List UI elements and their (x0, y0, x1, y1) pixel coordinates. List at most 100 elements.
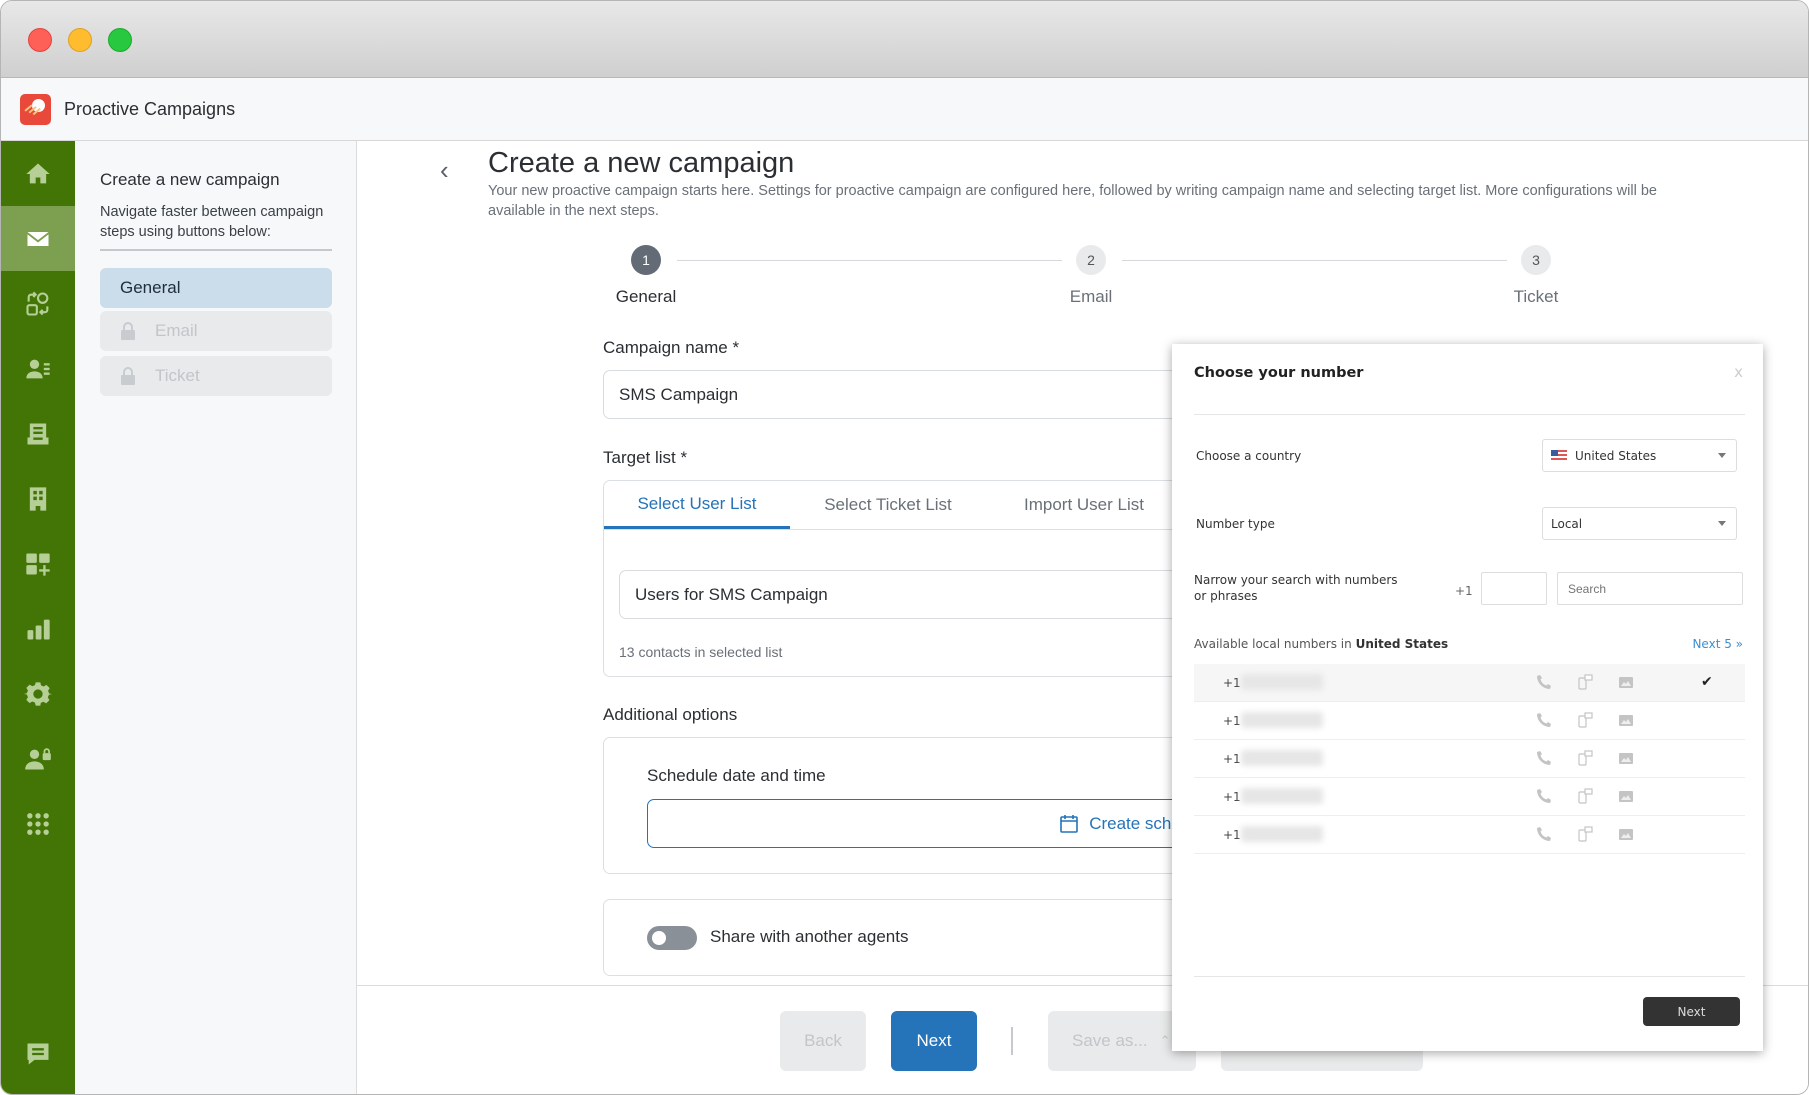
voice-capability-icon (1536, 750, 1552, 766)
number-type-label: Number type (1196, 517, 1275, 531)
number-prefix: +1 (1223, 790, 1241, 804)
sidebar-step-label: General (120, 278, 181, 297)
back-button[interactable]: Back (780, 1011, 866, 1071)
campaign-steps-sidebar: Create a new campaign Navigate faster be… (75, 141, 357, 1094)
narrow-search-label: Narrow your search with numbers or phras… (1194, 573, 1398, 603)
app-window: Proactive Campaigns Create a new campaig… (0, 0, 1809, 1095)
user-list-select[interactable]: Users for SMS Campaign (619, 570, 1219, 619)
mms-capability-icon (1618, 674, 1634, 690)
voice-capability-icon (1536, 712, 1552, 728)
rail-item-settings[interactable] (1, 661, 75, 726)
choose-number-modal: Choose your number x Choose a country Un… (1172, 344, 1763, 1051)
tab-select-user-list[interactable]: Select User List (604, 481, 790, 529)
rail-item-chat[interactable] (1, 1021, 75, 1086)
close-window-button[interactable] (28, 28, 52, 52)
page-subtitle: Your new proactive campaign starts here.… (488, 183, 1657, 219)
share-label: Share with another agents (710, 927, 909, 946)
voice-capability-icon (1536, 826, 1552, 842)
user-list-value: Users for SMS Campaign (635, 584, 828, 604)
check-icon: ✔ (1701, 674, 1713, 690)
user-lock-icon (25, 747, 51, 769)
rail-item-addons[interactable] (1, 531, 75, 596)
area-code-input[interactable] (1481, 572, 1547, 605)
redacted-number (1241, 674, 1323, 690)
page-title: Create a new campaign (488, 147, 795, 179)
next-button[interactable]: Next (891, 1011, 977, 1071)
minimize-window-button[interactable] (68, 28, 92, 52)
number-row[interactable]: +1 ✔ (1194, 664, 1745, 702)
sidebar-step-label: Ticket (155, 366, 200, 385)
close-icon[interactable]: x (1734, 363, 1743, 381)
available-country: United States (1355, 637, 1449, 651)
next-5-link[interactable]: Next 5 » (1692, 637, 1743, 651)
number-prefix: +1 (1223, 752, 1241, 766)
modal-next-button[interactable]: Next (1643, 997, 1740, 1026)
sms-capability-icon (1577, 788, 1593, 804)
create-schedule-button[interactable]: Create schedule (647, 799, 1224, 848)
gear-icon (24, 681, 52, 706)
modal-footer-divider (1194, 976, 1745, 977)
rail-item-home[interactable] (1, 141, 75, 206)
rail-item-apps[interactable] (1, 791, 75, 856)
app-logo-icon (20, 94, 51, 125)
app-header: Proactive Campaigns (1, 78, 1808, 141)
sidebar-description: Navigate faster between campaign steps u… (100, 204, 324, 240)
building-icon (29, 486, 47, 511)
tab-select-ticket-list[interactable]: Select Ticket List (790, 481, 986, 529)
workflow-icon (26, 291, 49, 316)
modal-title: Choose your number (1194, 365, 1364, 381)
number-type-value: Local (1551, 516, 1583, 531)
rail-item-campaigns[interactable] (1, 206, 75, 271)
rail-item-inbox[interactable] (1, 401, 75, 466)
contacts-icon (26, 359, 50, 378)
step-number: 2 (1076, 245, 1106, 275)
chevron-left-icon[interactable]: ‹ (440, 155, 449, 186)
number-type-select[interactable]: Local (1542, 507, 1737, 540)
maximize-window-button[interactable] (108, 28, 132, 52)
number-row[interactable]: +1 (1194, 778, 1745, 816)
sidebar-step-general[interactable]: General (100, 268, 332, 308)
country-select[interactable]: United States (1542, 439, 1737, 472)
additional-options-label: Additional options (603, 705, 738, 724)
campaign-name-label: Campaign name * (603, 338, 740, 357)
redacted-number (1241, 788, 1323, 804)
campaign-name-value: SMS Campaign (619, 384, 739, 404)
sidebar-divider (100, 249, 332, 251)
country-value: United States (1575, 448, 1657, 463)
sidebar-step-ticket: Ticket (100, 356, 332, 396)
campaign-name-input[interactable]: SMS Campaign (603, 370, 1223, 419)
mms-capability-icon (1618, 712, 1634, 728)
stepper-connector (1122, 260, 1507, 261)
number-search-input[interactable] (1557, 572, 1743, 605)
number-prefix: +1 (1223, 676, 1241, 690)
number-row[interactable]: +1 (1194, 740, 1745, 778)
available-numbers-heading: Available local numbers in United States (1194, 637, 1448, 651)
icon-rail (1, 141, 75, 1094)
rail-item-companies[interactable] (1, 466, 75, 531)
rail-item-admin[interactable] (1, 726, 75, 791)
number-row[interactable]: +1 (1194, 816, 1745, 854)
sms-capability-icon (1577, 712, 1593, 728)
rail-item-contacts[interactable] (1, 336, 75, 401)
target-list-label: Target list * (603, 448, 688, 467)
stepper-connector (677, 260, 1062, 261)
sms-capability-icon (1577, 750, 1593, 766)
voice-capability-icon (1536, 674, 1552, 690)
available-prefix: Available local numbers in (1194, 637, 1352, 651)
number-row[interactable]: +1 (1194, 702, 1745, 740)
redacted-number (1241, 826, 1323, 842)
inbox-icon (27, 423, 49, 444)
share-toggle[interactable] (647, 926, 697, 950)
rail-item-reports[interactable] (1, 596, 75, 661)
chat-icon (27, 1043, 49, 1064)
rail-item-workflows[interactable] (1, 271, 75, 336)
schedule-label: Schedule date and time (647, 766, 826, 785)
mms-capability-icon (1618, 788, 1634, 804)
step-number: 1 (631, 245, 661, 275)
sidebar-step-email: Email (100, 311, 332, 351)
step-label: General (615, 287, 677, 306)
country-code-prefix: +1 (1455, 584, 1473, 598)
tab-import-user-list[interactable]: Import User List (986, 481, 1182, 529)
sidebar-title: Create a new campaign (100, 170, 280, 189)
step-label: Ticket (1513, 287, 1559, 306)
